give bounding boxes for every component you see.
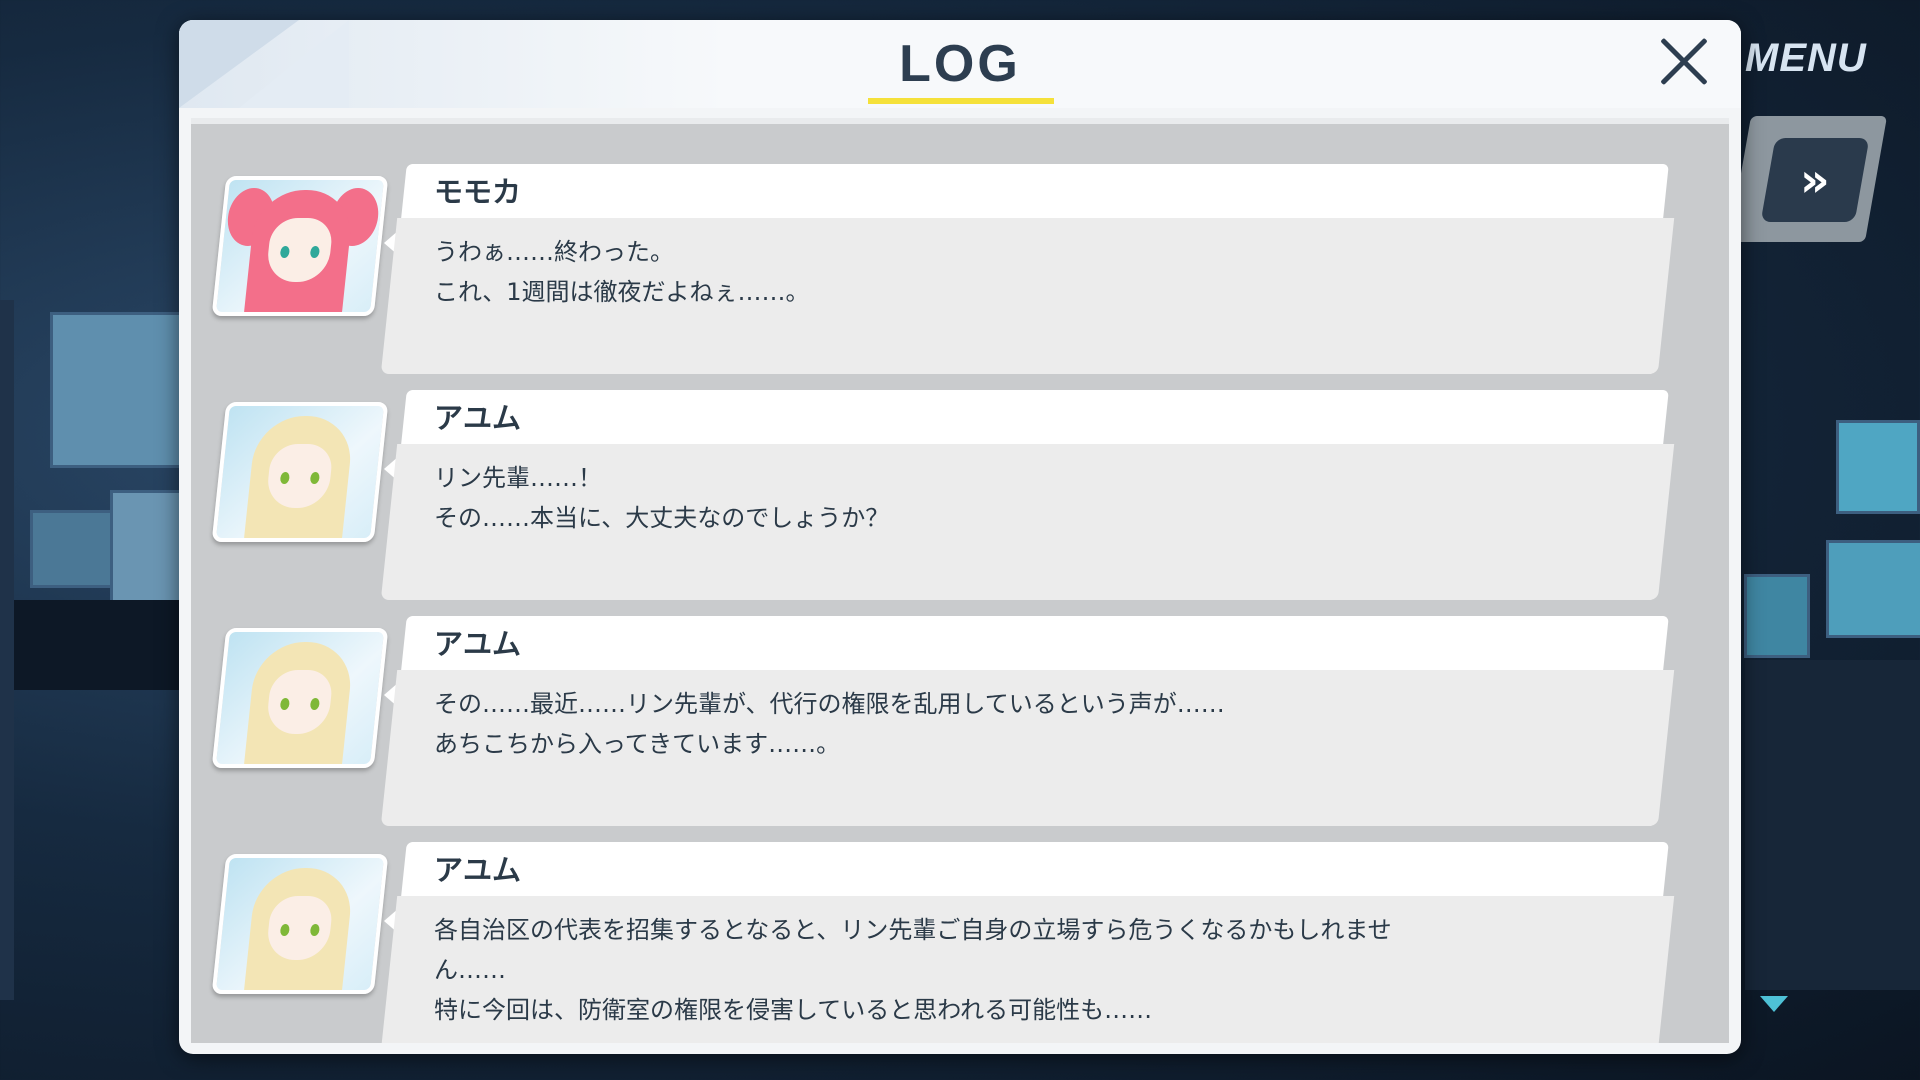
triangle-down-icon (1760, 996, 1788, 1012)
ayumu-portrait (211, 628, 389, 768)
speaker-name: モモカ (434, 175, 522, 209)
fast-forward-icon: » (1800, 153, 1830, 207)
log-header: LOG (179, 20, 1741, 108)
speaker-name: アユム (434, 627, 522, 661)
dialogue-line: うわぁ……終わった。 (434, 238, 674, 266)
dialogue-text: その……最近……リン先輩が、代行の権限を乱用しているという声が…… あちこちから… (434, 684, 1534, 764)
list-top-edge (191, 118, 1729, 124)
dialogue-line: ん…… (434, 956, 506, 984)
ayumu-portrait (211, 402, 389, 542)
speaker-name: アユム (434, 853, 522, 887)
dialogue-text: リン先輩……！ その……本当に、大丈夫なのでしょうか？ (434, 458, 1534, 538)
dialogue-line: その……最近……リン先輩が、代行の権限を乱用しているという声が…… (434, 690, 1225, 718)
dialogue-line: あちこちから入ってきています……。 (434, 730, 841, 758)
menu-button[interactable]: MENU (1745, 36, 1895, 81)
dialogue-text: 各自治区の代表を招集するとなると、リン先輩ご自身の立場すら危うくなるかもしれませ… (434, 910, 1534, 1030)
close-icon[interactable] (1655, 34, 1711, 90)
list-item: アユム 各自治区の代表を招集するとなると、リン先輩ご自身の立場すら危うくなるかも… (191, 842, 1729, 1043)
list-item: アユム その……最近……リン先輩が、代行の権限を乱用しているという声が…… あち… (191, 616, 1729, 828)
skip-button[interactable]: » (1760, 138, 1870, 222)
list-item: アユム リン先輩……！ その……本当に、大丈夫なのでしょうか？ (191, 390, 1729, 602)
page-title: LOG (899, 35, 1021, 93)
dialogue-line: 各自治区の代表を招集するとなると、リン先輩ご自身の立場すら危うくなるかもしれませ (434, 916, 1392, 944)
title-underline (868, 98, 1054, 104)
momoka-portrait (211, 176, 389, 316)
list-item: モモカ うわぁ……終わった。 これ、1週間は徹夜だよねぇ……。 (191, 164, 1729, 376)
dialogue-line: その……本当に、大丈夫なのでしょうか？ (434, 504, 890, 532)
ayumu-portrait (211, 854, 389, 994)
dialogue-text: うわぁ……終わった。 これ、1週間は徹夜だよねぇ……。 (434, 232, 1534, 312)
speaker-name: アユム (434, 401, 522, 435)
log-window: LOG モモカ うわぁ……終わった。 これ、1週間は徹夜だよねぇ……。 アユム … (179, 20, 1741, 1054)
log-list[interactable]: モモカ うわぁ……終わった。 これ、1週間は徹夜だよねぇ……。 アユム リン先輩… (191, 118, 1729, 1043)
dialogue-line: これ、1週間は徹夜だよねぇ……。 (434, 278, 810, 306)
dialogue-line: 特に今回は、防衛室の権限を侵害していると思われる可能性も…… (434, 996, 1153, 1024)
dialogue-line: リン先輩……！ (434, 464, 602, 492)
